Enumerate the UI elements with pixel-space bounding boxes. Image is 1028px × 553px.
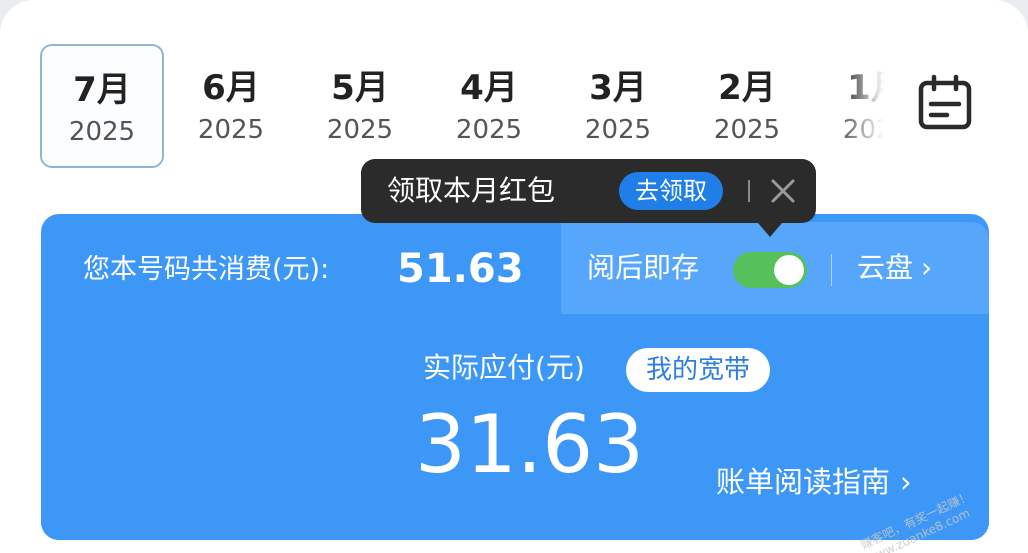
calendar-icon xyxy=(918,74,972,130)
month-tab-3[interactable]: 3月 2025 xyxy=(556,44,680,168)
cloud-drive-label: 云盘 xyxy=(857,251,914,284)
month-tab-4[interactable]: 4月 2025 xyxy=(427,44,551,168)
month-tabs: 7月 2025 6月 2025 5月 2025 4月 2025 3月 2025 … xyxy=(40,44,890,168)
auto-save-label: 阅后即存 xyxy=(587,251,700,284)
auto-save-toggle[interactable] xyxy=(733,252,807,288)
chevron-right-icon: › xyxy=(900,465,912,499)
close-icon xyxy=(771,179,795,203)
year-label: 2025 xyxy=(68,117,136,147)
total-consumption-label: 您本号码共消费(元): xyxy=(83,254,330,285)
bill-guide-link[interactable]: 账单阅读指南 › xyxy=(716,462,912,502)
bill-card: 7月 2025 6月 2025 5月 2025 4月 2025 3月 2025 … xyxy=(0,0,1028,553)
toggle-knob xyxy=(774,255,804,285)
tabs-fade xyxy=(840,44,895,168)
my-broadband-button[interactable]: 我的宽带 xyxy=(626,348,771,392)
tooltip-text: 领取本月红包 xyxy=(387,174,556,207)
month-label: 4月 xyxy=(460,68,518,108)
tooltip-divider xyxy=(748,180,750,202)
year-label: 2025 xyxy=(455,115,523,145)
month-tab-2[interactable]: 2月 2025 xyxy=(685,44,809,168)
chevron-right-icon: › xyxy=(921,251,933,284)
amount-due-value: 31.63 xyxy=(415,398,645,491)
year-label: 2025 xyxy=(584,115,652,145)
total-consumption-value: 51.63 xyxy=(397,246,524,292)
month-tab-5[interactable]: 5月 2025 xyxy=(298,44,422,168)
month-label: 3月 xyxy=(589,68,647,108)
divider xyxy=(831,254,832,286)
year-label: 2025 xyxy=(713,115,781,145)
bill-guide-label: 账单阅读指南 xyxy=(716,465,891,499)
month-tab-6[interactable]: 6月 2025 xyxy=(169,44,293,168)
calendar-button[interactable] xyxy=(912,70,978,136)
claim-button[interactable]: 去领取 xyxy=(619,172,723,210)
amount-due-label: 实际应付(元) xyxy=(423,351,585,384)
month-tab-7[interactable]: 7月 2025 xyxy=(40,44,164,168)
tooltip-close-button[interactable] xyxy=(765,173,801,209)
year-label: 2025 xyxy=(197,115,265,145)
bill-summary-panel: 您本号码共消费(元): 51.63 阅后即存 云盘 › 实际应付(元) 我的宽带 … xyxy=(41,214,989,540)
month-label: 6月 xyxy=(202,68,260,108)
cloud-drive-link[interactable]: 云盘 › xyxy=(857,248,932,288)
red-packet-tooltip: 领取本月红包 去领取 xyxy=(361,159,816,237)
month-label: 5月 xyxy=(331,68,389,108)
year-label: 2025 xyxy=(326,115,394,145)
month-label: 7月 xyxy=(73,70,131,110)
month-label: 2月 xyxy=(718,68,776,108)
